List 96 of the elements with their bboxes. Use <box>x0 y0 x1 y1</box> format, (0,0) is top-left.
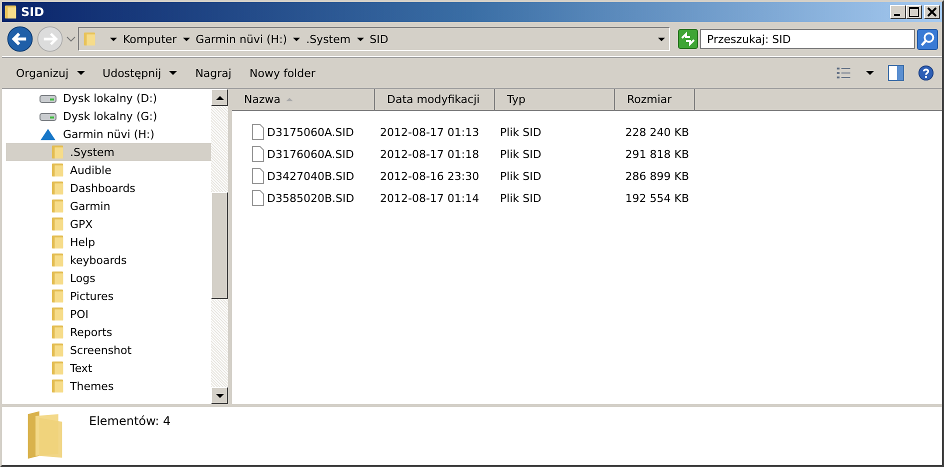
triangle-icon <box>39 128 57 140</box>
table-cell: Plik SID <box>500 170 542 182</box>
file-name[interactable]: D3427040B.SID <box>267 170 354 182</box>
table-cell: Plik SID <box>500 148 542 160</box>
table-cell: Plik SID <box>500 126 542 138</box>
folder-icon <box>51 162 64 178</box>
toolbar-button[interactable]: Udostępnij <box>96 66 184 80</box>
tree-item[interactable]: Pictures <box>6 287 211 305</box>
table-cell: 2012-08-17 01:14 <box>380 192 480 204</box>
tree-item[interactable]: keyboards <box>6 251 211 269</box>
tree-item[interactable]: Dysk lokalny (G:) <box>6 107 211 125</box>
caret-icon[interactable] <box>658 36 665 42</box>
history-dropdown-icon[interactable] <box>66 34 76 44</box>
folder-icon <box>51 288 64 304</box>
toolbar-button[interactable]: Organizuj <box>10 66 91 80</box>
column-header[interactable]: Nazwa <box>232 89 375 111</box>
tree-item[interactable]: Help <box>6 233 211 251</box>
folder-icon <box>51 198 64 214</box>
refresh-icon[interactable] <box>678 29 698 49</box>
tree-item[interactable]: Garmin nüvi (H:) <box>6 125 211 143</box>
table-cell: 2012-08-17 01:13 <box>380 126 480 138</box>
tree-item[interactable]: Logs <box>6 269 211 287</box>
maximize-icon <box>909 7 919 17</box>
preview-pane-icon[interactable] <box>888 65 904 81</box>
file-name[interactable]: D3176060A.SID <box>267 148 354 160</box>
sort-arrow-icon <box>286 97 294 102</box>
folder-icon <box>83 31 96 47</box>
breadcrumb[interactable]: Komputer <box>123 32 177 46</box>
view-options-icon[interactable] <box>836 65 852 81</box>
tree-item[interactable]: Audible <box>6 161 211 179</box>
window-title: SID <box>21 5 44 19</box>
breadcrumb[interactable]: Garmin nüvi (H:) <box>196 32 288 46</box>
folder-icon <box>51 342 64 358</box>
folder-icon <box>26 410 64 460</box>
scroll-up-icon[interactable] <box>216 94 224 102</box>
file-icon <box>252 168 264 184</box>
tree-item[interactable]: Themes <box>6 377 211 395</box>
folder-icon <box>4 4 17 20</box>
file-name[interactable]: D3585020B.SID <box>267 192 354 204</box>
tree-item[interactable]: GPX <box>6 215 211 233</box>
scrollbar[interactable] <box>211 89 228 404</box>
table-cell: 2012-08-16 23:30 <box>380 170 480 182</box>
tree-item[interactable]: Garmin <box>6 197 211 215</box>
folder-icon <box>51 324 64 340</box>
table-cell: 286 899 KB <box>625 170 689 182</box>
tree-item[interactable]: Screenshot <box>6 341 211 359</box>
folder-icon <box>51 252 64 268</box>
caret-icon <box>76 69 85 77</box>
folder-icon <box>51 360 64 376</box>
table-cell: 291 818 KB <box>625 148 689 160</box>
toolbar-button[interactable]: Nowy folder <box>243 66 322 80</box>
caret-icon[interactable] <box>356 36 364 42</box>
file-icon <box>252 146 264 162</box>
scroll-down-icon[interactable] <box>216 392 224 400</box>
table-cell: 228 240 KB <box>625 126 689 138</box>
file-name[interactable]: D3175060A.SID <box>267 126 354 138</box>
file-icon <box>252 124 264 140</box>
folder-icon <box>51 306 64 322</box>
address-bar[interactable]: Komputer Garmin nüvi (H:) .System SID <box>78 27 670 51</box>
column-header[interactable]: Data modyfikacji <box>375 89 495 111</box>
folder-icon <box>51 270 64 286</box>
breadcrumb[interactable]: SID <box>370 32 388 46</box>
help-icon[interactable] <box>918 65 934 81</box>
minimize-button[interactable] <box>890 5 906 19</box>
search-field[interactable]: Przeszukaj: SID <box>700 29 915 49</box>
back-icon[interactable] <box>6 25 34 53</box>
folder-icon <box>51 378 64 394</box>
folder-icon <box>51 180 64 196</box>
tree-item[interactable]: .System <box>6 143 211 161</box>
tree-item[interactable]: Dashboards <box>6 179 211 197</box>
maximize-button[interactable] <box>906 5 922 19</box>
caret-icon[interactable] <box>110 36 117 42</box>
folder-icon <box>51 234 64 250</box>
tree-item[interactable]: Text <box>6 359 211 377</box>
file-icon <box>252 190 264 206</box>
table-cell: 192 554 KB <box>625 192 689 204</box>
item-count: Elementów: 4 <box>89 414 171 428</box>
toolbar-button[interactable]: Nagraj <box>189 66 238 80</box>
caret-icon[interactable] <box>866 69 874 77</box>
folder-icon <box>51 144 64 160</box>
close-icon <box>927 7 937 17</box>
caret-icon <box>169 69 178 77</box>
breadcrumb[interactable]: .System <box>306 32 351 46</box>
tree-item[interactable]: POI <box>6 305 211 323</box>
close-button[interactable] <box>924 5 940 19</box>
search-icon[interactable] <box>917 28 938 50</box>
minimize-icon <box>894 14 900 16</box>
caret-icon[interactable] <box>293 36 300 42</box>
caret-icon[interactable] <box>182 36 190 42</box>
column-header[interactable]: Rozmiar <box>615 89 695 111</box>
folder-icon <box>51 216 64 232</box>
column-header[interactable]: Typ <box>495 89 615 111</box>
table-cell: Plik SID <box>500 192 542 204</box>
tree-item[interactable]: Reports <box>6 323 211 341</box>
tree-item[interactable]: Dysk lokalny (D:) <box>6 89 211 107</box>
table-cell: 2012-08-17 01:18 <box>380 148 480 160</box>
